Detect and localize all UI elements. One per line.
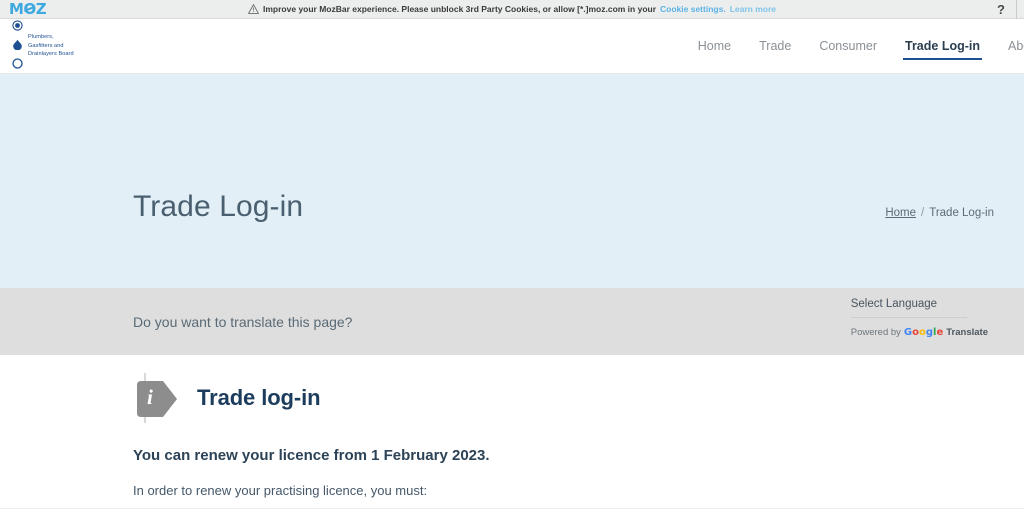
info-flag-shape xyxy=(137,381,177,417)
translate-controls: Select Language Powered by Google Transl… xyxy=(850,298,988,338)
google-translate-attribution: Powered by Google Translate xyxy=(851,327,988,338)
breadcrumb: Home / Trade Log-in xyxy=(885,207,994,219)
translate-bar: Do you want to translate this page? Sele… xyxy=(0,288,1024,355)
google-letter-o1: o xyxy=(912,327,919,338)
content-divider xyxy=(0,508,1024,509)
plumber-circle-icon xyxy=(12,18,23,36)
nav-item-trade[interactable]: Trade xyxy=(745,19,805,73)
brand-line-2: Gasfitters and xyxy=(28,42,64,49)
brand-line-1: Plumbers, xyxy=(28,34,54,41)
hero-content: Trade Log-in Home / Trade Log-in xyxy=(133,192,994,222)
cookie-settings-link[interactable]: Cookie settings. xyxy=(660,4,726,14)
pgdb-logo-marks xyxy=(12,18,23,74)
site-header: Plumbers, Gasfitters and Drainlayers Boa… xyxy=(0,19,1024,74)
renewal-intro-paragraph: In order to renew your practising licenc… xyxy=(133,483,428,498)
info-heading-row: i Trade log-in xyxy=(133,355,1024,423)
main-navigation: Home Trade Consumer Trade Log-in Abo xyxy=(684,19,1024,73)
info-flag-icon: i xyxy=(133,373,181,423)
mozbar-toolbar: MOZ Improve your MozBar experience. Plea… xyxy=(0,0,1024,19)
nav-item-home[interactable]: Home xyxy=(684,19,745,73)
nav-item-trade-login[interactable]: Trade Log-in xyxy=(891,19,994,73)
page-title: Trade Log-in xyxy=(133,190,304,223)
mozbar-divider xyxy=(1016,0,1017,19)
breadcrumb-home-link[interactable]: Home xyxy=(885,207,916,219)
renewal-date-notice: You can renew your licence from 1 Februa… xyxy=(133,447,490,464)
pgdb-logo-text: Plumbers, Gasfitters and Drainlayers Boa… xyxy=(28,33,74,59)
powered-by-label: Powered by xyxy=(850,327,901,338)
learn-more-link[interactable]: Learn more xyxy=(730,4,776,14)
mozbar-right-controls: ? xyxy=(989,0,1024,19)
pgdb-logo[interactable]: Plumbers, Gasfitters and Drainlayers Boa… xyxy=(0,18,74,74)
google-letter-o2: o xyxy=(919,327,926,338)
google-letter-e: e xyxy=(936,327,944,338)
google-letter-g1: G xyxy=(903,327,913,338)
brand-line-3: Drainlayers Board xyxy=(28,51,74,58)
breadcrumb-separator: / xyxy=(921,207,925,219)
warning-triangle-icon xyxy=(248,4,260,14)
hero-banner: Trade Log-in Home / Trade Log-in xyxy=(0,74,1024,330)
nav-item-about[interactable]: Abo xyxy=(994,19,1024,73)
main-content: i Trade log-in You can renew your licenc… xyxy=(0,355,1024,512)
section-heading: Trade log-in xyxy=(197,385,321,410)
translate-prompt: Do you want to translate this page? xyxy=(133,313,353,330)
select-language-dropdown[interactable]: Select Language xyxy=(850,298,967,318)
google-logo: Google xyxy=(904,327,943,338)
mozbar-cookie-notice: Improve your MozBar experience. Please u… xyxy=(0,4,1024,14)
help-icon[interactable]: ? xyxy=(989,3,1016,16)
drainlayer-ring-icon xyxy=(12,56,23,74)
gasfitter-drop-icon xyxy=(12,37,23,55)
mozbar-notice-text: Improve your MozBar experience. Please u… xyxy=(263,4,657,14)
google-letter-g2: g xyxy=(925,327,934,338)
nav-item-consumer[interactable]: Consumer xyxy=(805,19,891,73)
breadcrumb-current: Trade Log-in xyxy=(929,207,994,219)
info-flag-letter: i xyxy=(147,385,153,409)
translate-word-label: Translate xyxy=(946,327,988,338)
